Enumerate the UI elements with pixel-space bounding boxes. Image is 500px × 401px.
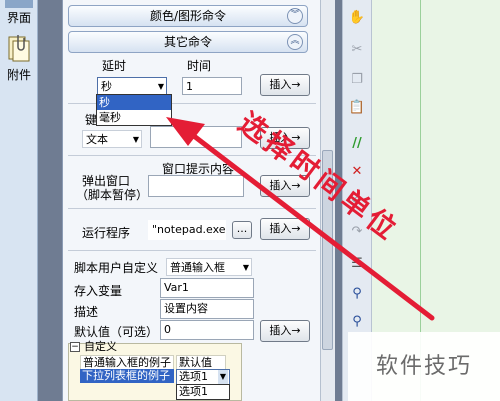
- table-select-option[interactable]: 选项1: [176, 384, 230, 400]
- key-type-select[interactable]: 文本 ▼: [82, 130, 142, 148]
- table-row-select[interactable]: 选项1 ▼: [176, 369, 230, 385]
- divider: [68, 208, 316, 209]
- description-label: 描述: [74, 305, 99, 319]
- run-program-label: 运行程序: [82, 226, 131, 240]
- divider: [68, 250, 316, 251]
- section-title: 颜色/图形命令: [149, 9, 227, 23]
- custom-type-select[interactable]: 普通输入框 ▼: [166, 258, 252, 276]
- section-other-commands[interactable]: 其它命令 ︽: [68, 31, 308, 53]
- copy-icon[interactable]: ❐: [348, 72, 366, 88]
- hand-icon[interactable]: ✋: [348, 10, 366, 26]
- nav-item-interface[interactable]: 界面: [2, 0, 36, 25]
- chevron-down-icon: ▼: [157, 82, 164, 91]
- insert-delay-button[interactable]: 插入→: [260, 74, 310, 96]
- find-icon[interactable]: ⚲: [348, 286, 366, 302]
- table-row-name-selected[interactable]: 下拉列表框的例子: [80, 369, 174, 383]
- section-color-graphics[interactable]: 颜色/图形命令 ︾: [68, 5, 308, 27]
- store-var-label: 存入变量: [74, 284, 123, 298]
- popup-label-line2: （脚本暂停）: [76, 188, 149, 202]
- table-header: 自定义: [84, 340, 117, 353]
- chevron-down-icon: ▼: [218, 370, 228, 384]
- option-millisecond[interactable]: 毫秒: [97, 110, 171, 125]
- default-value-input[interactable]: 0: [160, 320, 254, 340]
- insert-run-button[interactable]: 插入→: [260, 218, 310, 240]
- default-value-label: 默认值（可选）: [74, 325, 159, 339]
- double-chevron-down-icon[interactable]: ︾: [287, 8, 303, 24]
- time-unit-dropdown[interactable]: 秒 毫秒: [96, 94, 172, 126]
- chevron-down-icon: ▼: [132, 135, 139, 144]
- delay-label: 延时: [102, 59, 127, 73]
- collapse-icon[interactable]: −: [70, 342, 80, 352]
- cut-icon[interactable]: ✂: [348, 42, 366, 58]
- browse-button[interactable]: ...: [232, 221, 252, 239]
- time-unit-select[interactable]: 秒 ▼: [97, 77, 167, 95]
- double-chevron-up-icon[interactable]: ︽: [287, 34, 303, 50]
- nav-item-attachment[interactable]: 附件: [2, 66, 36, 83]
- time-label: 时间: [187, 59, 212, 73]
- comment-icon[interactable]: //: [348, 136, 366, 152]
- key-input[interactable]: [150, 126, 242, 148]
- chevron-down-icon: ▼: [242, 263, 249, 272]
- time-input[interactable]: 1: [182, 77, 242, 95]
- replace-icon[interactable]: ⚲: [348, 314, 366, 330]
- program-path-input[interactable]: "notepad.exe": [148, 220, 226, 240]
- paste-icon[interactable]: 📋: [348, 100, 366, 116]
- watermark: 软件技巧: [348, 332, 500, 401]
- popup-message-input[interactable]: [148, 175, 244, 197]
- description-input[interactable]: 设置内容: [160, 299, 254, 319]
- list-icon[interactable]: ☰: [348, 256, 366, 272]
- store-var-input[interactable]: Var1: [160, 278, 254, 298]
- section-title: 其它命令: [163, 35, 212, 49]
- insert-custom-button[interactable]: 插入→: [260, 320, 310, 342]
- option-second[interactable]: 秒: [97, 95, 171, 110]
- attachment-icon[interactable]: [6, 33, 32, 63]
- custom-label: 脚本用户自定义: [74, 261, 159, 275]
